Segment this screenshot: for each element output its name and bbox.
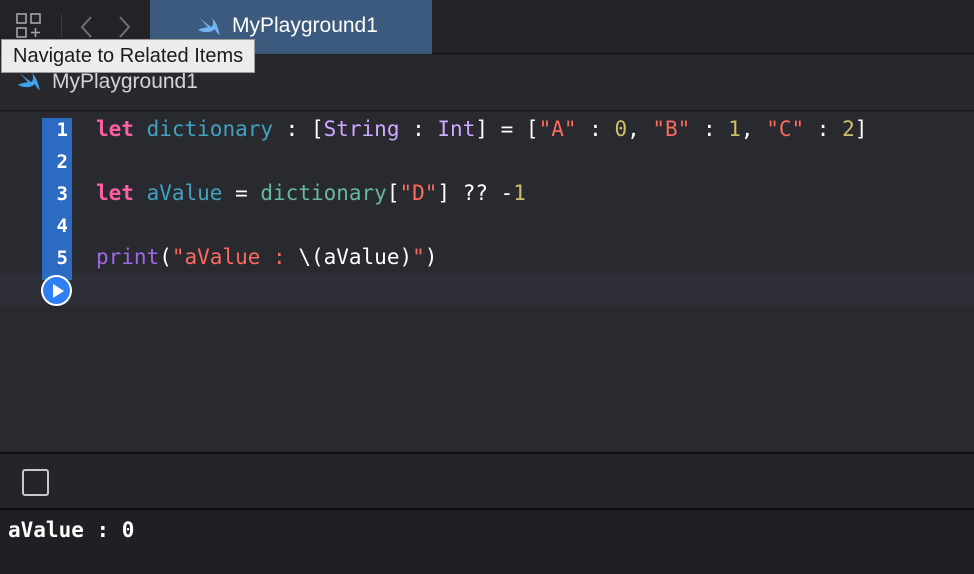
code-token: "D" — [399, 181, 438, 205]
line-number: 5 — [56, 247, 68, 269]
code-token: ] ?? - — [437, 181, 514, 205]
code-token: dictionary — [146, 117, 274, 141]
code-token: : — [399, 117, 438, 141]
code-token: : [ — [273, 117, 324, 141]
jump-bar-file-label[interactable]: MyPlayground1 — [52, 70, 198, 94]
code-token: aValue — [323, 245, 400, 269]
code-token: , — [740, 117, 767, 141]
code-editor[interactable]: 1 2 3 4 5 let dictionary : [String : Int… — [0, 112, 974, 452]
swift-icon — [196, 15, 222, 39]
code-token: 1 — [513, 181, 526, 205]
code-token: "aValue : — [171, 245, 299, 269]
code-token: ] — [854, 117, 868, 141]
code-token: let — [96, 181, 134, 205]
code-token: 0 — [614, 117, 628, 141]
code-token: Int — [437, 117, 476, 141]
code-token: "C" — [766, 117, 805, 141]
square-toggle-icon[interactable] — [22, 469, 49, 496]
tooltip: Navigate to Related Items — [1, 39, 256, 73]
code-token: ) — [424, 245, 438, 269]
code-token: dictionary — [260, 181, 387, 205]
code-token: ] = [ — [475, 117, 539, 141]
code-token: , — [627, 117, 653, 141]
code-token: 2 — [842, 117, 855, 141]
code-token: "A" — [538, 117, 577, 141]
console-area[interactable]: aValue : 0 — [0, 510, 974, 574]
toolbar-divider — [61, 14, 62, 38]
code-token: aValue — [146, 181, 223, 205]
code-token: ( — [159, 245, 172, 269]
code-token: print — [96, 245, 160, 269]
code-line[interactable]: let aValue = dictionary["D"] ?? -1 — [96, 181, 526, 205]
line-number: 4 — [56, 215, 68, 237]
swift-icon — [16, 70, 42, 94]
code-token: "B" — [652, 117, 691, 141]
code-token: : — [804, 117, 843, 141]
code-token: : — [576, 117, 615, 141]
code-line[interactable]: let dictionary : [String : Int] = ["A" :… — [96, 117, 867, 141]
chevron-left-icon[interactable] — [76, 14, 98, 40]
code-token: " — [412, 245, 425, 269]
line-number: 1 — [56, 119, 68, 141]
play-icon[interactable] — [41, 275, 72, 306]
code-token: ) — [399, 245, 413, 269]
line-number: 2 — [56, 151, 68, 173]
code-line[interactable]: print("aValue : \(aValue)") — [96, 245, 437, 269]
line-number: 3 — [56, 183, 68, 205]
code-token: 1 — [728, 117, 741, 141]
chevron-right-icon[interactable] — [113, 14, 135, 40]
code-token: = — [222, 181, 261, 205]
related-items-grid-icon[interactable] — [16, 13, 42, 39]
code-token: [ — [386, 181, 400, 205]
code-token: let — [96, 117, 134, 141]
console-output: aValue : 0 — [8, 518, 135, 542]
debug-bar — [0, 452, 974, 510]
code-token: \( — [298, 245, 324, 269]
tab-label: MyPlayground1 — [232, 14, 378, 37]
current-line-highlight — [0, 273, 974, 305]
code-token: : — [690, 117, 729, 141]
code-token: String — [323, 117, 400, 141]
